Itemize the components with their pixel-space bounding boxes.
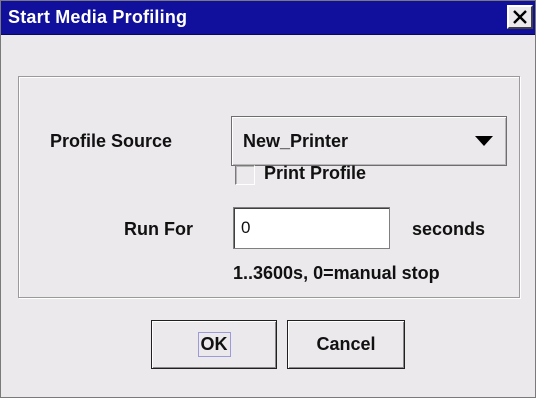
print-profile-label[interactable]: Print Profile <box>264 163 366 184</box>
run-for-input[interactable] <box>233 207 390 249</box>
dialog-window: Start Media Profiling Profile Source New… <box>0 0 536 398</box>
close-button[interactable] <box>507 5 533 29</box>
run-for-label: Run For <box>124 219 193 239</box>
cancel-button[interactable]: Cancel <box>287 320 405 369</box>
print-profile-checkbox[interactable] <box>235 165 255 185</box>
seconds-unit-label: seconds <box>412 219 486 239</box>
profile-source-label: Profile Source <box>50 131 173 151</box>
title-bar[interactable]: Start Media Profiling <box>1 1 535 35</box>
profile-source-value: New_Printer <box>243 131 349 151</box>
run-for-hint: 1..3600s, 0=manual stop <box>233 263 440 283</box>
ok-button-label: OK <box>197 332 231 357</box>
ok-button[interactable]: OK <box>151 320 277 369</box>
window-title: Start Media Profiling <box>8 7 188 27</box>
profile-source-dropdown[interactable]: New_Printer <box>231 116 507 166</box>
close-x-icon <box>513 10 527 24</box>
triangle-down-icon <box>475 136 493 146</box>
